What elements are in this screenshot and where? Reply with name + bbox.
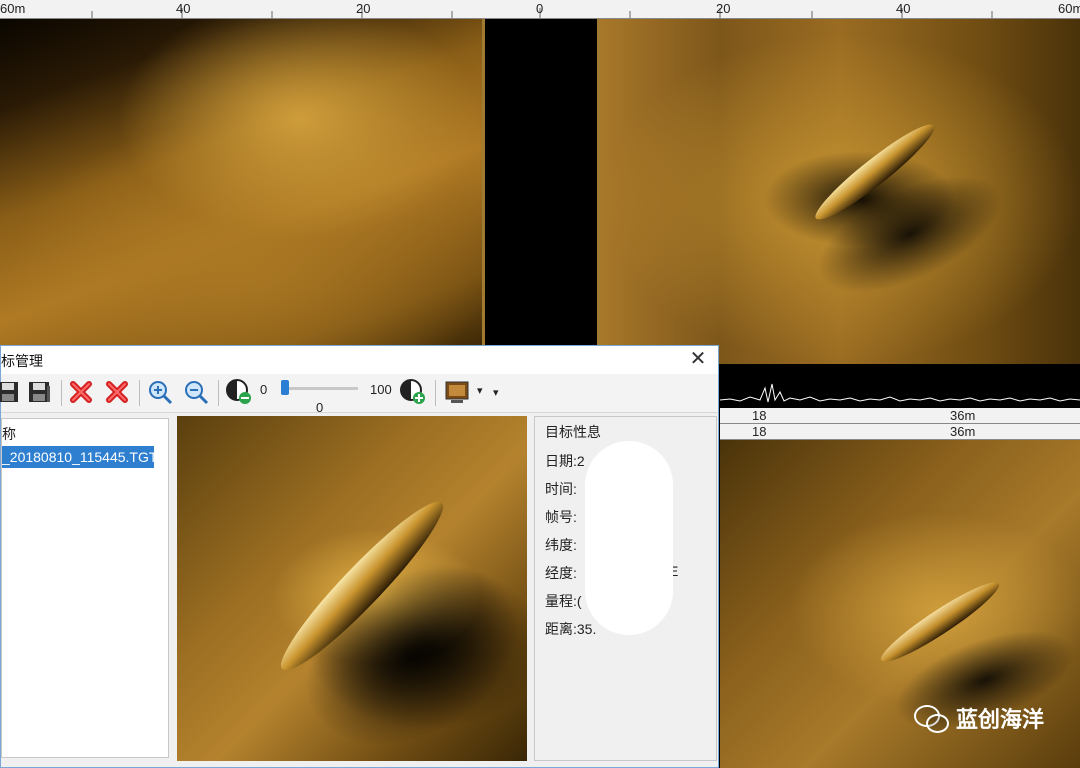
- wreck-shadow: [800, 150, 1020, 318]
- target-properties-panel: 目标性息 日期:2 0 时间: 帧号: 纬度: l 经度: E 量程:( 距离:…: [534, 416, 717, 761]
- toolbar-separator: [61, 380, 62, 406]
- list-item[interactable]: _20180810_115445.TGT: [2, 446, 154, 468]
- zoom-out-button[interactable]: [182, 378, 210, 406]
- toolbar-overflow-arrow[interactable]: ▾: [493, 386, 499, 399]
- contrast-slider-thumb[interactable]: [281, 380, 289, 395]
- screen-dropdown-arrow[interactable]: ▾: [477, 384, 483, 397]
- signal-waveform: [719, 370, 1080, 408]
- range-ruler: 60m 40 20 0 20 40 60m: [0, 0, 1080, 19]
- redaction-mask: [585, 441, 673, 635]
- ruler-label: 40: [896, 1, 911, 16]
- contrast-increase-button[interactable]: [399, 378, 427, 406]
- ruler-label: 20: [356, 1, 371, 16]
- toolbar-separator: [218, 380, 219, 406]
- prop-label: 距离:: [545, 621, 577, 637]
- ruler-label: 60m: [0, 1, 26, 16]
- ruler-label: 36m: [950, 424, 976, 439]
- water-column: [482, 19, 600, 349]
- save-icon: [0, 382, 18, 402]
- prop-value: 35.: [576, 621, 597, 637]
- ruler-label: 40: [176, 1, 191, 16]
- watermark: 蓝创海洋: [913, 702, 1044, 734]
- prop-label: 量程:: [545, 593, 577, 609]
- target-list[interactable]: 称 _20180810_115445.TGT: [1, 418, 169, 758]
- prop-range: 量程:(: [545, 591, 582, 611]
- sonar-image-port[interactable]: [0, 19, 482, 349]
- prop-latitude: 纬度:: [545, 537, 577, 553]
- save-button[interactable]: [0, 378, 21, 406]
- delete-icon: [70, 381, 92, 403]
- toolbar-separator: [435, 380, 436, 406]
- waveform-trace: [719, 383, 1080, 403]
- slider-value-label: 0: [316, 400, 324, 415]
- prop-distance: 距离:35.: [545, 619, 596, 639]
- close-button[interactable]: ✕: [686, 348, 710, 372]
- target-preview-image: [177, 416, 527, 761]
- zoom-in-button[interactable]: [146, 378, 174, 406]
- properties-title: 目标性息: [545, 424, 601, 440]
- sonar-image-starboard[interactable]: [600, 19, 1080, 364]
- dialog-titlebar[interactable]: 标管理 ✕: [1, 346, 718, 374]
- wechat-icon: [913, 703, 949, 733]
- screen-icon: [445, 381, 469, 403]
- ruler-label: 0: [536, 1, 544, 16]
- watermark-text: 蓝创海洋: [955, 707, 1044, 732]
- ruler-label: 18: [752, 424, 767, 439]
- contrast-decrease-button[interactable]: [225, 378, 253, 406]
- target-management-dialog: 标管理 ✕ 0 100 ▾ ▾ 0 称 _20180810_115445.TGT…: [0, 345, 719, 768]
- slider-min-label: 0: [260, 382, 268, 397]
- depth-ruler: 18 36m: [720, 424, 1080, 440]
- toolbar: 0 100 ▾ ▾: [0, 374, 718, 413]
- depth-ruler: 18 36m: [720, 408, 1080, 424]
- prop-date: 日期:2: [545, 451, 585, 471]
- prop-label: 日期:: [545, 453, 577, 469]
- prop-value: 2: [576, 453, 585, 469]
- delete-button[interactable]: [67, 378, 95, 406]
- list-column-header[interactable]: 称: [2, 424, 16, 444]
- dialog-title: 标管理: [1, 353, 43, 369]
- contrast-increase-icon: [400, 379, 425, 404]
- prop-longitude: 经度:: [545, 565, 577, 581]
- toolbar-separator: [139, 380, 140, 406]
- prop-time: 时间:: [545, 481, 577, 497]
- delete-all-button[interactable]: [103, 378, 131, 406]
- zoom-in-icon: [149, 381, 173, 405]
- ruler-label: 18: [752, 408, 767, 423]
- save-all-button[interactable]: [25, 378, 53, 406]
- ruler-label: 36m: [950, 408, 976, 423]
- screen-button[interactable]: [443, 378, 471, 406]
- save-all-icon: [29, 382, 50, 402]
- delete-all-icon: [106, 381, 128, 403]
- prop-frame: 帧号:: [545, 509, 577, 525]
- ruler-label: 60m: [1058, 1, 1080, 16]
- slider-max-label: 100: [370, 382, 392, 397]
- prop-value: (: [576, 593, 582, 609]
- zoom-out-icon: [185, 381, 209, 405]
- contrast-decrease-icon: [226, 379, 251, 404]
- contrast-slider-track[interactable]: [282, 387, 358, 390]
- ruler-label: 20: [716, 1, 731, 16]
